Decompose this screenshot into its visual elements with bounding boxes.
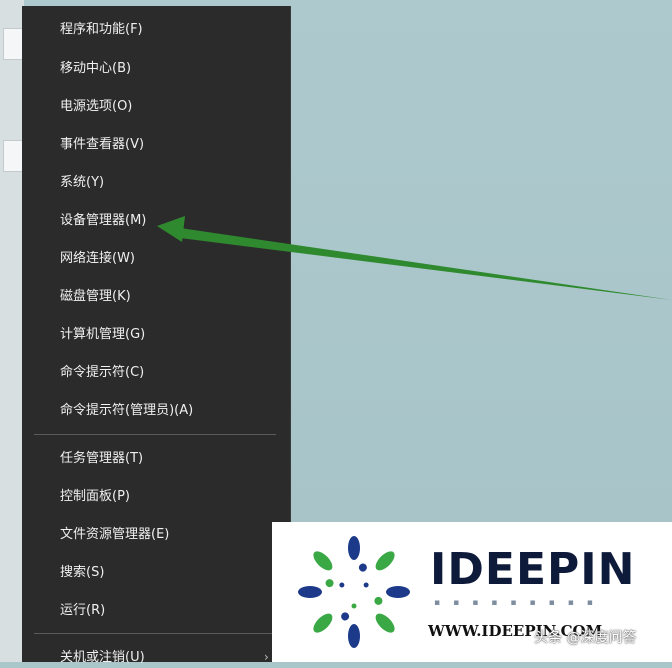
menu-item-mobility-center[interactable]: 移动中心(B) bbox=[60, 59, 131, 79]
pinwheel-logo-icon bbox=[298, 536, 410, 648]
menu-item-system[interactable]: 系统(Y) bbox=[60, 173, 104, 193]
menu-item-control-panel[interactable]: 控制面板(P) bbox=[60, 487, 130, 507]
desktop-file-icon[interactable] bbox=[3, 140, 23, 172]
menu-separator bbox=[34, 633, 276, 634]
desktop-file-icon[interactable] bbox=[3, 28, 23, 60]
menu-item-computer-management[interactable]: 计算机管理(G) bbox=[60, 325, 145, 345]
menu-item-command-prompt[interactable]: 命令提示符(C) bbox=[60, 363, 144, 383]
menu-item-programs-features[interactable]: 程序和功能(F) bbox=[60, 20, 143, 40]
menu-item-task-manager[interactable]: 任务管理器(T) bbox=[60, 449, 143, 469]
menu-item-event-viewer[interactable]: 事件查看器(V) bbox=[60, 135, 144, 155]
brand-decoration: ▪▪▪▪▪▪▪▪▪ bbox=[434, 598, 606, 608]
desktop-window-edge bbox=[0, 0, 24, 662]
watermark-text: 头条 @深度问答 bbox=[534, 630, 637, 646]
menu-item-search[interactable]: 搜索(S) bbox=[60, 563, 104, 583]
menu-item-power-options[interactable]: 电源选项(O) bbox=[60, 97, 132, 117]
menu-separator bbox=[34, 434, 276, 435]
menu-item-network-connections[interactable]: 网络连接(W) bbox=[60, 249, 135, 269]
brand-name: IDEEPIN bbox=[430, 544, 636, 595]
menu-item-run[interactable]: 运行(R) bbox=[60, 601, 105, 621]
menu-item-disk-management[interactable]: 磁盘管理(K) bbox=[60, 287, 131, 307]
menu-item-file-explorer[interactable]: 文件资源管理器(E) bbox=[60, 525, 169, 545]
menu-item-shutdown-signout[interactable]: 关机或注销(U) bbox=[60, 648, 145, 668]
menu-item-device-manager[interactable]: 设备管理器(M) bbox=[60, 211, 146, 231]
winx-context-menu: 程序和功能(F) 移动中心(B) 电源选项(O) 事件查看器(V) 系统(Y) … bbox=[22, 6, 291, 665]
menu-item-command-prompt-admin[interactable]: 命令提示符(管理员)(A) bbox=[60, 401, 193, 421]
